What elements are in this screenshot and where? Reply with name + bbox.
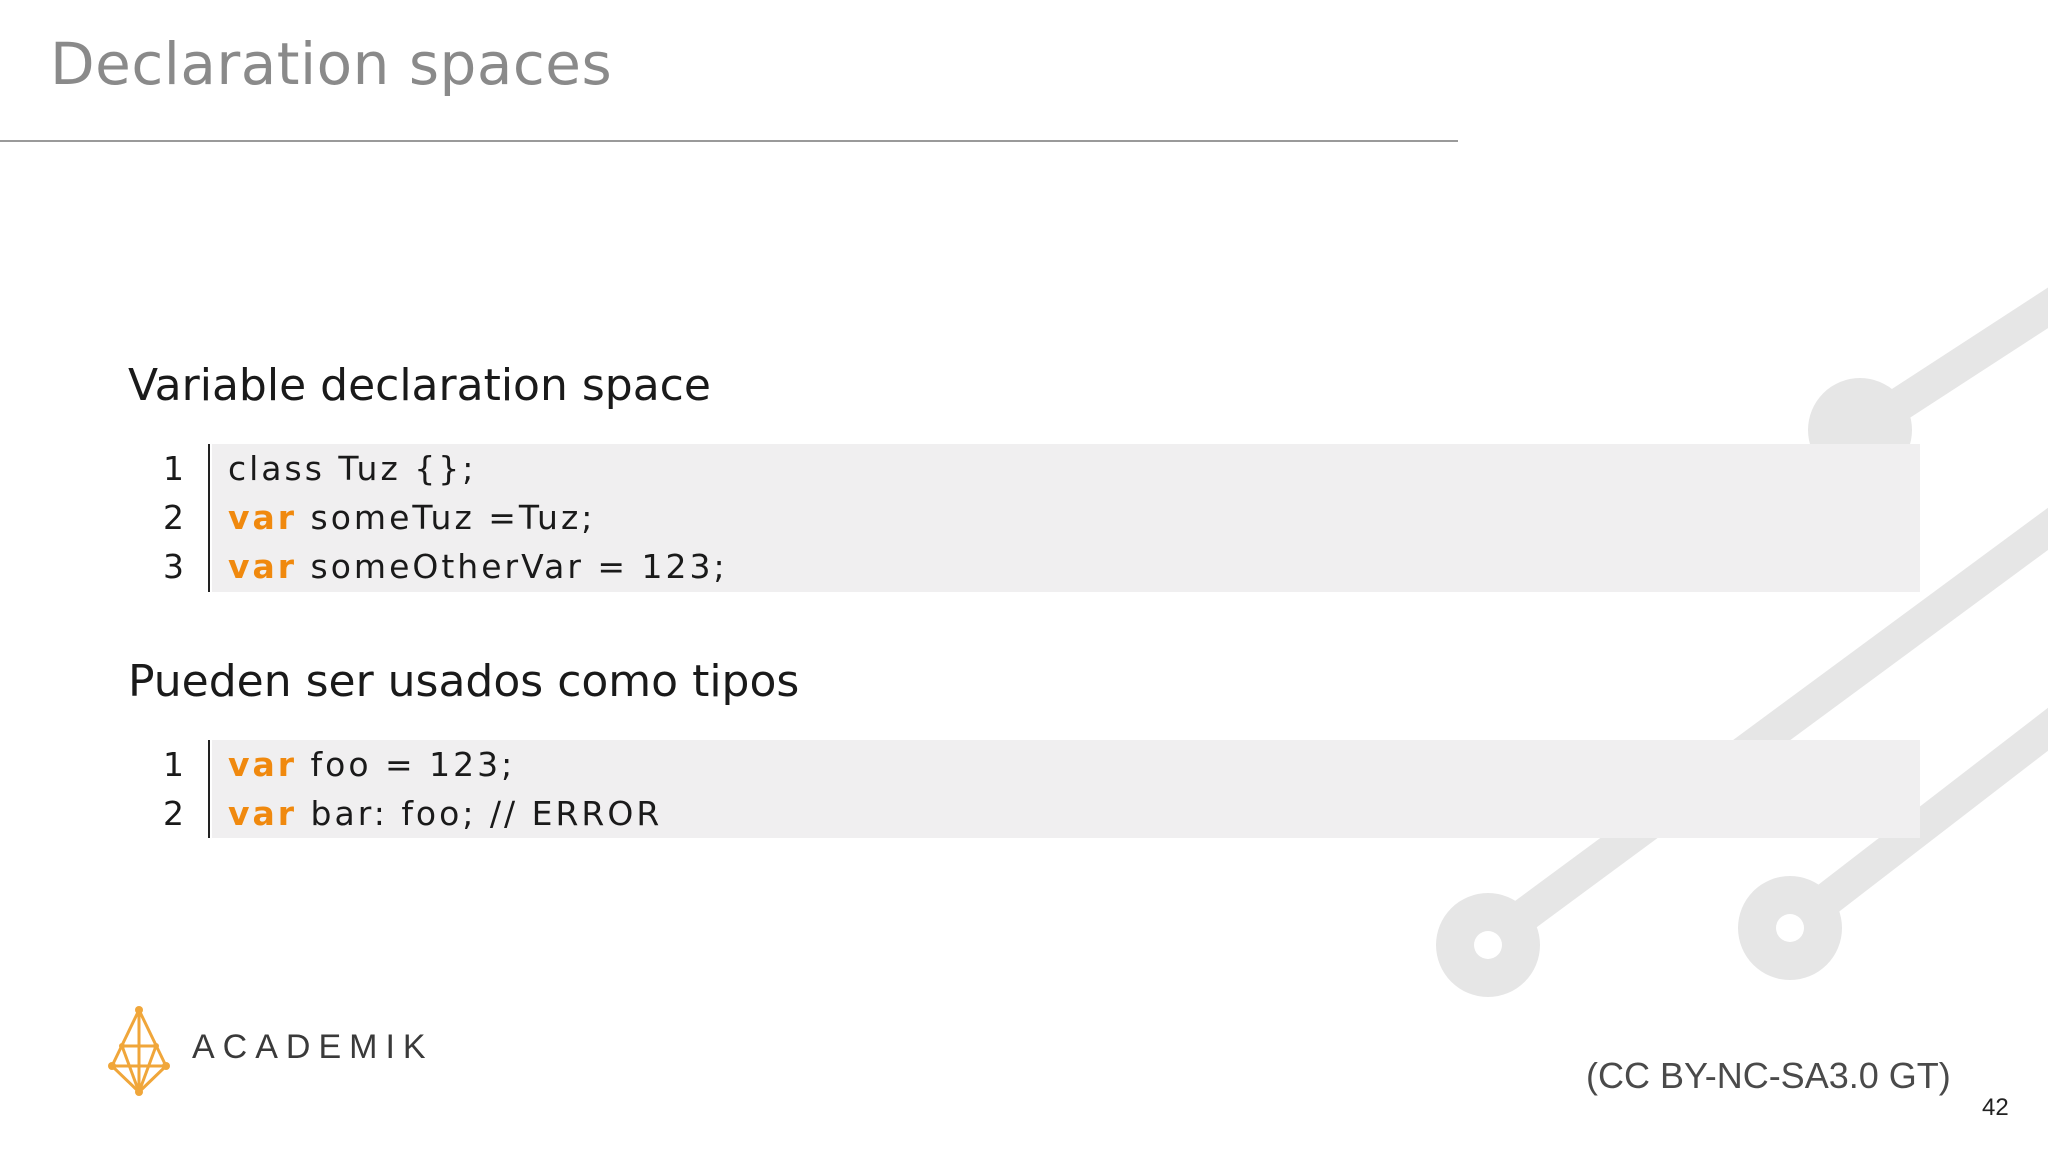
keyword: var — [228, 547, 298, 586]
title-divider — [0, 140, 1458, 142]
keyword: var — [228, 498, 298, 537]
code-block-variable-space: 1 class Tuz {}; 2 var someTuz =Tuz; 3 va… — [128, 444, 1920, 592]
code-rest: foo = 123; — [297, 745, 516, 784]
code-text: class Tuz {}; — [228, 444, 476, 493]
code-text: var someTuz =Tuz; — [228, 493, 595, 542]
line-number: 3 — [163, 547, 184, 586]
line-number: 1 — [163, 449, 184, 488]
line-number: 2 — [163, 498, 184, 537]
code-rest: bar: foo; // ERROR — [297, 794, 663, 833]
slide: Declaration spaces Variable declaration … — [0, 0, 2048, 1152]
code-line: 1 var foo = 123; — [128, 740, 1920, 789]
logo-text: ACADEMIK — [192, 1028, 434, 1066]
code-line: 3 var someOtherVar = 123; — [128, 542, 1920, 591]
code-line: 2 var bar: foo; // ERROR — [128, 789, 1920, 838]
license-label: (CC BY-NC-SA3.0 GT) — [1586, 1055, 1951, 1096]
keyword: var — [228, 794, 298, 833]
code-rest: someOtherVar = 123; — [297, 547, 728, 586]
section-heading-variable-space: Variable declaration space — [128, 360, 711, 411]
code-line: 2 var someTuz =Tuz; — [128, 493, 1920, 542]
code-line: 1 class Tuz {}; — [128, 444, 1920, 493]
slide-title: Declaration spaces — [50, 30, 613, 98]
code-text: var someOtherVar = 123; — [228, 542, 728, 591]
keyword: var — [228, 745, 298, 784]
line-number: 1 — [163, 745, 184, 784]
section-heading-types: Pueden ser usados como tipos — [128, 656, 800, 707]
page-number: 42 — [1982, 1094, 2009, 1121]
code-text: var bar: foo; // ERROR — [228, 789, 662, 838]
academik-logo: ACADEMIK — [104, 1006, 426, 1096]
code-rest: someTuz =Tuz; — [297, 498, 596, 537]
code-text: var foo = 123; — [228, 740, 515, 789]
line-number: 2 — [163, 794, 184, 833]
code-rest: class Tuz {}; — [228, 449, 477, 488]
code-block-types: 1 var foo = 123; 2 var bar: foo; // ERRO… — [128, 740, 1920, 838]
logo-mark-icon — [108, 1006, 170, 1096]
